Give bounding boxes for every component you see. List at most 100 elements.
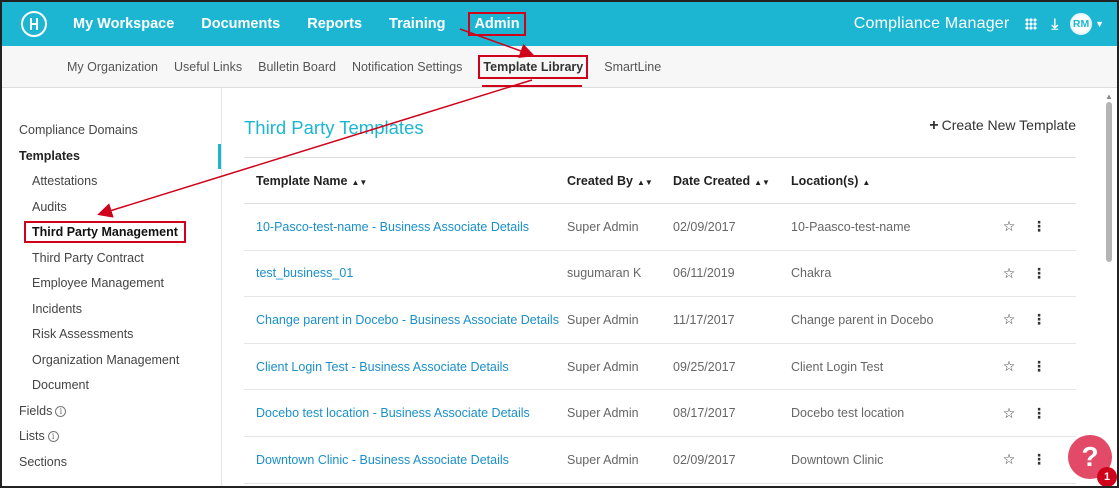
created-by: Super Admin [567,219,639,234]
template-name-link[interactable]: 10-Pasco-test-name - Business Associate … [244,220,567,234]
plus-icon: + [929,117,939,134]
sidebar-item-lists[interactable]: Lists i [2,424,221,450]
table-row: test_business_01 sugumaran K 06/11/2019 … [244,251,1076,298]
template-name-link[interactable]: Downtown Clinic - Business Associate Det… [244,453,567,467]
subnav-notification-settings[interactable]: Notification Settings [352,60,462,74]
sidebar-item-compliance-domains[interactable]: Compliance Domains [2,118,221,144]
active-tab-underline [482,85,582,87]
location: Docebo test location [791,406,905,421]
sidebar-item-risk-assessments[interactable]: Risk Assessments [2,322,221,348]
sidebar-item-label: Fields [19,403,53,418]
col-created-by[interactable]: Created By ▲▼ [567,174,673,188]
subnav-bulletin-board[interactable]: Bulletin Board [258,60,336,74]
sidebar-item-sections[interactable]: Sections [2,450,221,476]
nav-admin[interactable]: Admin [468,12,526,36]
sidebar-item-organization-management[interactable]: Organization Management [2,348,221,374]
template-name-link[interactable]: Change parent in Docebo - Business Assoc… [244,313,567,327]
more-vertical-icon[interactable]: ⋮ [1029,218,1049,235]
chevron-down-icon[interactable]: ▼ [1095,19,1104,29]
nav-training[interactable]: Training [385,13,449,35]
location: Chakra [791,266,832,281]
star-icon[interactable]: ☆ [989,265,1029,282]
star-icon[interactable]: ☆ [989,451,1029,468]
scroll-thumb[interactable] [1106,102,1112,262]
sort-icon: ▲▼ [351,177,368,187]
created-by: sugumaran K [567,266,642,281]
location: Downtown Clinic [791,452,884,467]
created-by: Super Admin [567,312,639,327]
sort-icon: ▲▼ [637,177,653,187]
sidebar-item-third-party-management[interactable]: Third Party Management [2,220,221,246]
sidebar-item-document[interactable]: Document [2,373,221,399]
sidebar: Compliance Domains Templates Attestation… [2,88,222,486]
date-created: 02/09/2017 [673,452,736,467]
created-by: Super Admin [567,359,639,374]
template-name-link[interactable]: Docebo test location - Business Associat… [244,406,567,420]
table-row: Docebo test location - Business Associat… [244,390,1076,437]
sub-nav: My Organization Useful Links Bulletin Bo… [2,46,1117,88]
more-vertical-icon[interactable]: ⋮ [1029,265,1049,282]
nav-right-group: Compliance Manager ⤓ RM ▼ [854,13,1117,35]
sidebar-item-audits[interactable]: Audits [2,195,221,221]
nav-documents[interactable]: Documents [197,13,284,35]
subnav-template-library[interactable]: Template Library [478,54,589,79]
sort-asc-icon: ▲ [862,177,871,187]
subnav-useful-links[interactable]: Useful Links [174,60,242,74]
sidebar-item-attestations[interactable]: Attestations [2,169,221,195]
star-icon[interactable]: ☆ [989,311,1029,328]
sidebar-item-label: Lists [19,429,45,443]
vertical-scrollbar[interactable]: ▲ [1105,92,1113,486]
more-vertical-icon[interactable]: ⋮ [1029,311,1049,328]
location: 10-Paasco-test-name [791,219,911,234]
sidebar-item-fields[interactable]: Fields i [2,399,221,425]
top-nav: My Workspace Documents Reports Training … [2,2,1117,46]
info-icon[interactable]: i [55,405,67,417]
date-created: 09/25/2017 [673,359,736,374]
sidebar-item-third-party-contract[interactable]: Third Party Contract [2,246,221,272]
date-created: 06/11/2019 [673,266,735,281]
sidebar-item-employee-management[interactable]: Employee Management [2,271,221,297]
created-by: Super Admin [567,452,639,467]
sidebar-item-label: Third Party Management [24,221,186,243]
info-icon[interactable]: i [47,431,59,443]
nav-reports[interactable]: Reports [303,13,366,35]
create-new-template-button[interactable]: + Create New Template [929,117,1076,135]
column-header-label: Created By [567,173,633,188]
col-locations[interactable]: Location(s) ▲ [791,174,989,188]
col-date-created[interactable]: Date Created ▲▼ [673,174,791,188]
templates-table: Template Name ▲▼ Created By ▲▼ Date Create… [244,158,1076,484]
main-content: Third Party Templates + Create New Templa… [244,88,1076,486]
sidebar-item-templates[interactable]: Templates [2,143,221,169]
table-header: Template Name ▲▼ Created By ▲▼ Date Create… [244,158,1076,204]
sort-icon: ▲▼ [754,177,770,187]
created-by: Super Admin [567,406,639,421]
more-vertical-icon[interactable]: ⋮ [1029,451,1049,468]
col-template-name[interactable]: Template Name ▲▼ [244,174,567,188]
more-vertical-icon[interactable]: ⋮ [1029,358,1049,375]
more-vertical-icon[interactable]: ⋮ [1029,405,1049,422]
sidebar-item-incidents[interactable]: Incidents [2,297,221,323]
subnav-my-organization[interactable]: My Organization [67,60,158,74]
star-icon[interactable]: ☆ [989,218,1029,235]
star-icon[interactable]: ☆ [989,358,1029,375]
page-title: Third Party Templates [244,117,424,138]
table-row: Downtown Clinic - Business Associate Det… [244,437,1076,484]
column-header-label: Template Name [256,173,348,188]
avatar[interactable]: RM [1070,13,1093,35]
apps-grid-icon[interactable] [1025,18,1038,30]
table-row: Client Login Test - Business Associate D… [244,344,1076,391]
scroll-up-icon[interactable]: ▲ [1105,92,1113,101]
download-icon[interactable]: ⤓ [1051,16,1058,33]
star-icon[interactable]: ☆ [989,405,1029,422]
logo-icon[interactable] [21,11,47,37]
column-header-label: Date Created [673,173,751,188]
nav-my-workspace[interactable]: My Workspace [69,13,178,35]
create-button-label: Create New Template [941,117,1076,133]
column-header-label: Location(s) [791,173,859,188]
location: Change parent in Docebo [791,312,934,327]
location: Client Login Test [791,359,884,374]
template-name-link[interactable]: Client Login Test - Business Associate D… [244,360,567,374]
template-name-link[interactable]: test_business_01 [244,266,567,280]
subnav-smartline[interactable]: SmartLine [604,60,661,74]
notification-badge: 1 [1097,467,1117,486]
